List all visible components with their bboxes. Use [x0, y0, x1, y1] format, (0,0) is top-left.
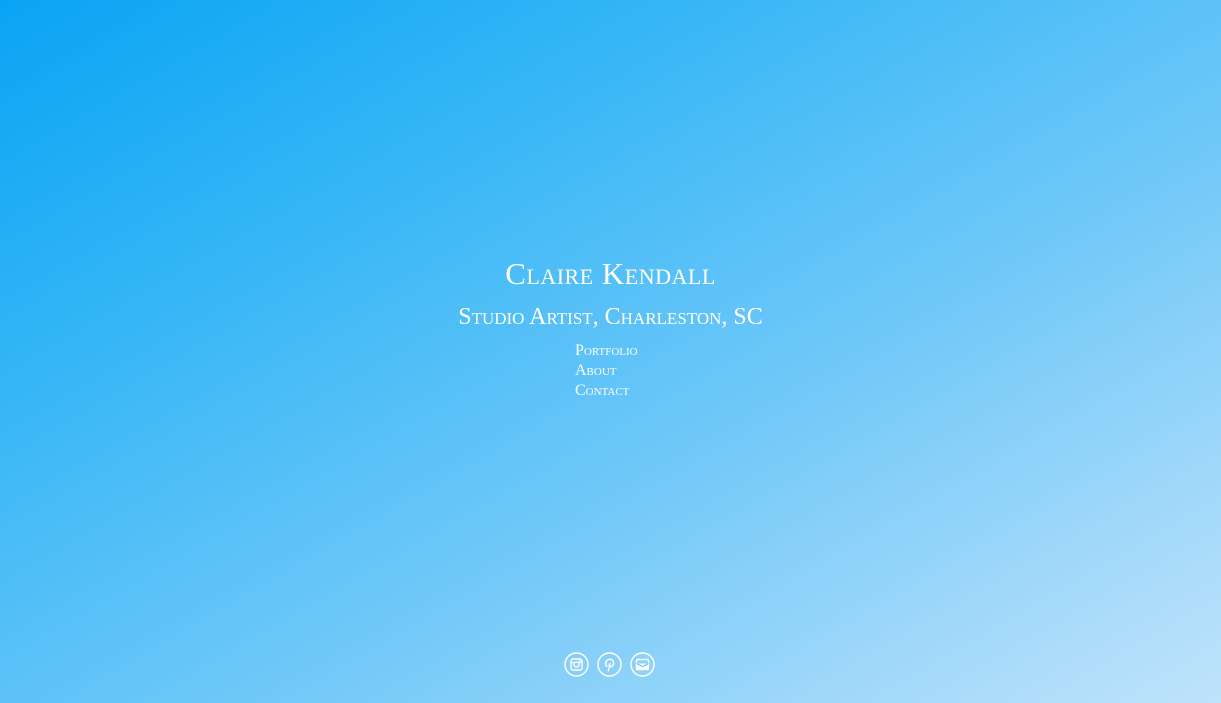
email-link[interactable]: [630, 652, 655, 677]
nav-item-portfolio: Portfolio: [575, 341, 638, 361]
main-nav: Portfolio About Contact: [575, 341, 638, 401]
site-tagline: Studio Artist, Charleston, SC: [458, 304, 763, 330]
nav-item-contact: Contact: [575, 381, 638, 401]
instagram-icon: [564, 652, 589, 677]
nav-item-about: About: [575, 361, 638, 381]
site-title: Claire Kendall: [505, 256, 716, 291]
email-icon: [630, 652, 655, 677]
page: Claire Kendall Studio Artist, Charleston…: [0, 0, 1221, 703]
nav-link-contact[interactable]: Contact: [575, 382, 629, 399]
instagram-link[interactable]: [564, 652, 589, 677]
pinterest-icon: [597, 652, 622, 677]
social-links: [564, 652, 655, 677]
pinterest-link[interactable]: [597, 652, 622, 677]
nav-link-portfolio[interactable]: Portfolio: [575, 342, 638, 359]
nav-link-about[interactable]: About: [575, 362, 617, 379]
